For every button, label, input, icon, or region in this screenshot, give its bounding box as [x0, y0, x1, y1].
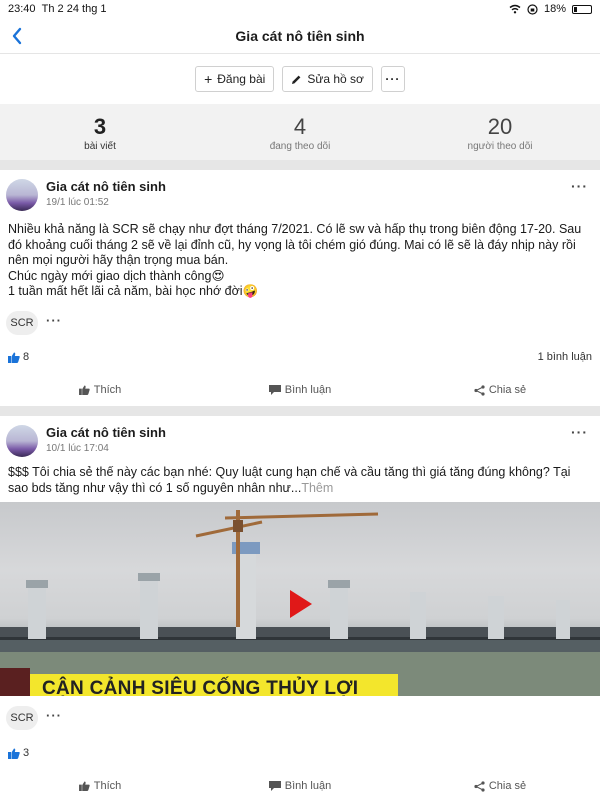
stat-followers[interactable]: 20 người theo dõi: [400, 104, 600, 160]
post-text-line: Chúc ngày mới giao dịch thành công😍: [8, 268, 225, 283]
like-summary[interactable]: 8: [8, 351, 29, 363]
comment-icon: [268, 781, 281, 791]
status-indicators: 18%: [509, 3, 592, 15]
stat-posts-label: bài viết: [84, 141, 116, 152]
battery-percent: 18%: [543, 3, 566, 15]
status-time: 23:40: [8, 3, 36, 15]
ellipsis-icon: ···: [385, 72, 401, 86]
see-more-link[interactable]: Thêm: [301, 481, 333, 495]
post-time: 10/1 lúc 17:04: [46, 443, 109, 454]
share-icon: [474, 384, 485, 396]
status-bar: 23:40 Th 2 24 thg 1 18%: [0, 0, 600, 18]
section-divider: [0, 160, 600, 170]
channel-logo: [0, 668, 30, 696]
create-post-label: Đăng bài: [217, 72, 266, 86]
like-label: Thích: [93, 384, 122, 396]
video-caption: CẬN CẢNH SIÊU CỐNG THỦY LỢI: [42, 678, 359, 696]
comment-button[interactable]: Bình luận: [200, 776, 400, 796]
post-text: $$$ Tôi chia sẻ thế này các bạn nhé: Quy…: [8, 465, 571, 495]
post-body: $$$ Tôi chia sẻ thế này các bạn nhé: Quy…: [8, 465, 588, 496]
tag-more-icon[interactable]: ···: [46, 313, 62, 328]
post-body: Nhiều khả năng là SCR sẽ chạy như đợt th…: [8, 222, 588, 300]
post-card: Gia cát nô tiên sinh 19/1 lúc 01:52 ··· …: [0, 170, 600, 406]
stat-following-count: 4: [293, 114, 307, 139]
like-summary[interactable]: 3: [8, 747, 29, 759]
stat-followers-label: người theo dõi: [467, 141, 533, 152]
more-options-button[interactable]: ···: [380, 66, 405, 92]
comment-label: Bình luận: [284, 780, 332, 792]
edit-profile-label: Sửa hồ sơ: [307, 72, 364, 86]
post-action-bar: Thích Bình luận Chia sẻ: [0, 380, 600, 400]
stat-followers-count: 20: [487, 114, 513, 139]
comment-button[interactable]: Bình luận: [200, 380, 400, 400]
create-post-button[interactable]: + Đăng bài: [195, 66, 275, 92]
like-count: 3: [23, 747, 30, 759]
share-label: Chia sẻ: [488, 384, 527, 396]
stat-posts-count: 3: [93, 114, 107, 139]
comment-label: Bình luận: [284, 384, 332, 396]
avatar[interactable]: [6, 179, 38, 211]
thumbs-up-icon: [8, 352, 20, 363]
stock-tag[interactable]: SCR: [6, 311, 38, 335]
tag-more-icon[interactable]: ···: [46, 708, 62, 723]
share-label: Chia sẻ: [488, 780, 527, 792]
comment-count[interactable]: 1 bình luận: [538, 351, 592, 363]
post-author[interactable]: Gia cát nô tiên sinh: [46, 425, 166, 440]
stat-following[interactable]: 4 đang theo dõi: [200, 104, 400, 160]
status-time-date: 23:40 Th 2 24 thg 1: [8, 3, 106, 15]
orientation-lock-icon: [527, 3, 538, 15]
post-text-line: Nhiều khả năng là SCR sẽ chạy như đợt th…: [8, 222, 582, 267]
post-more-icon[interactable]: ···: [571, 424, 588, 440]
post-text-line: 1 tuần mất hết lãi cả năm, bài học nhớ đ…: [8, 284, 259, 298]
nav-bar: Gia cát nô tiên sinh: [0, 18, 600, 54]
video-caption-banner: CẬN CẢNH SIÊU CỐNG THỦY LỢI: [30, 674, 398, 696]
profile-actions: + Đăng bài Sửa hồ sơ ···: [0, 66, 600, 94]
post-card: Gia cát nô tiên sinh 10/1 lúc 17:04 ··· …: [0, 416, 600, 800]
like-button[interactable]: Thích: [0, 380, 200, 400]
page-title: Gia cát nô tiên sinh: [235, 28, 365, 44]
like-button[interactable]: Thích: [0, 776, 200, 796]
plus-icon: +: [204, 71, 213, 87]
share-button[interactable]: Chia sẻ: [400, 380, 600, 400]
stock-tag[interactable]: SCR: [6, 706, 38, 730]
edit-profile-button[interactable]: Sửa hồ sơ: [282, 66, 373, 92]
profile-stats: 3 bài viết 4 đang theo dõi 20 người theo…: [0, 104, 600, 160]
status-date: Th 2 24 thg 1: [41, 3, 107, 15]
stat-posts[interactable]: 3 bài viết: [0, 104, 200, 160]
stat-following-label: đang theo dõi: [269, 141, 331, 152]
like-label: Thích: [93, 780, 122, 792]
video-thumbnail[interactable]: CẬN CẢNH SIÊU CỐNG THỦY LỢI: [0, 502, 600, 696]
post-more-icon[interactable]: ···: [571, 178, 588, 194]
comment-icon: [268, 385, 281, 395]
battery-icon: [572, 4, 592, 14]
post-time: 19/1 lúc 01:52: [46, 197, 109, 208]
wifi-icon: [509, 4, 521, 14]
avatar[interactable]: [6, 425, 38, 457]
thumbs-up-icon: [78, 385, 90, 395]
share-button[interactable]: Chia sẻ: [400, 776, 600, 796]
play-icon[interactable]: [290, 590, 312, 618]
like-count: 8: [23, 351, 30, 363]
post-author[interactable]: Gia cát nô tiên sinh: [46, 179, 166, 194]
post-action-bar: Thích Bình luận Chia sẻ: [0, 776, 600, 796]
section-divider: [0, 406, 600, 416]
thumbs-up-icon: [78, 781, 90, 791]
pencil-icon: [292, 75, 301, 84]
thumbs-up-icon: [8, 748, 20, 759]
share-icon: [474, 780, 485, 792]
